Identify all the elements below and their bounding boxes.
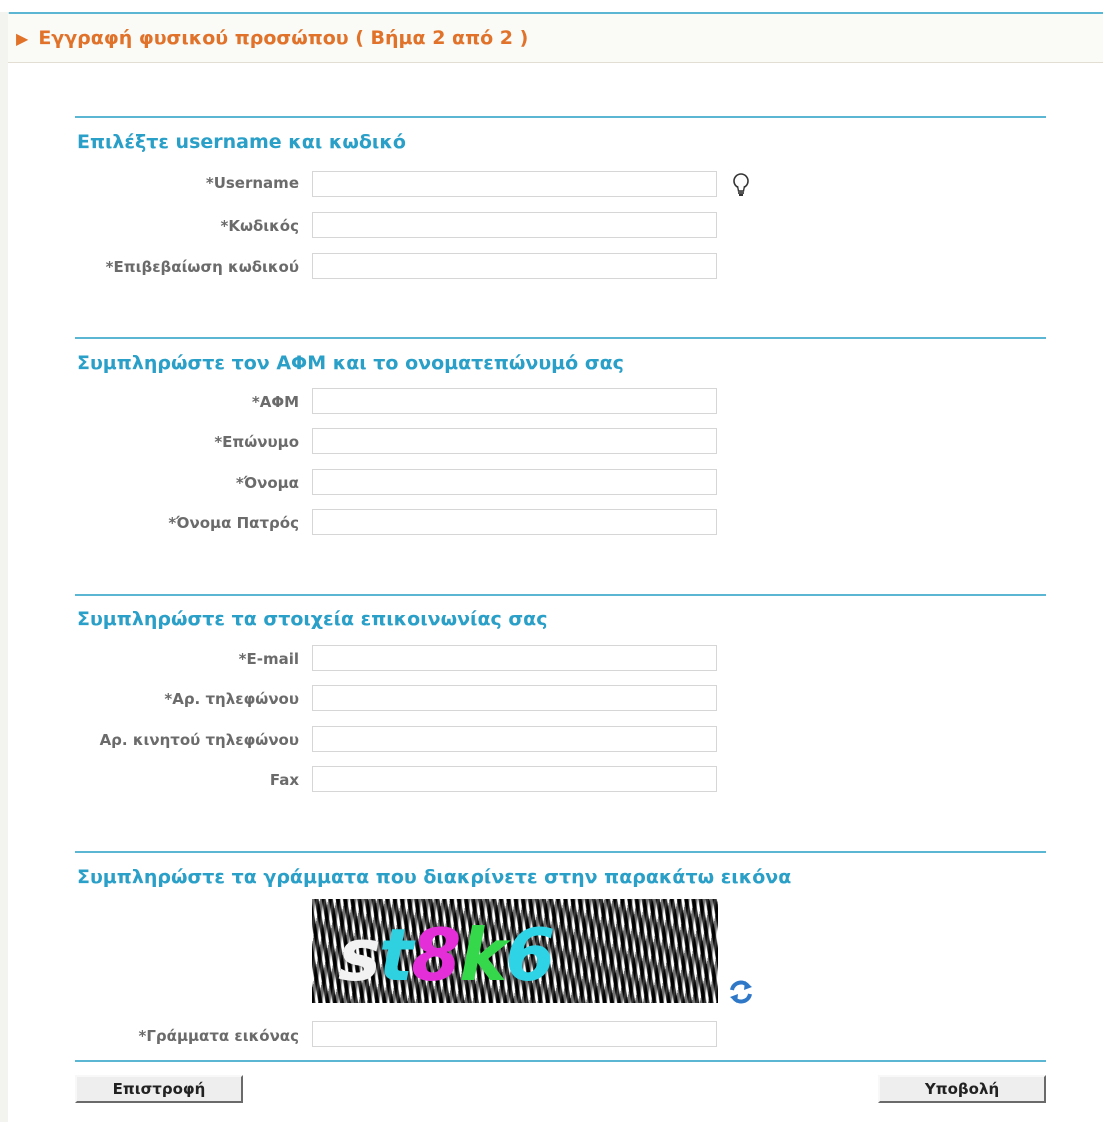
surname-label: *Επώνυμο (214, 433, 299, 451)
captcha-chars: st8k6 (338, 913, 555, 997)
mobile-input[interactable] (312, 726, 717, 752)
section-title-captcha: Συμπληρώστε τα γράμματα που διακρίνετε σ… (77, 866, 792, 888)
mobile-label: Αρ. κινητού τηλεφώνου (99, 731, 299, 749)
section-divider (75, 1060, 1046, 1062)
first-name-input[interactable] (312, 469, 717, 495)
section-divider (75, 116, 1046, 118)
section-divider (75, 851, 1046, 853)
surname-input[interactable] (312, 428, 717, 454)
section-divider (75, 337, 1046, 339)
captcha-input[interactable] (312, 1021, 717, 1047)
password-label: *Κωδικός (220, 217, 299, 235)
play-arrow-icon: ▶ (16, 28, 29, 48)
password-confirm-label: *Επιβεβαίωση κωδικού (105, 258, 299, 276)
section-title-contact: Συμπληρώστε τα στοιχεία επικοινωνίας σας (77, 608, 548, 630)
page-header: ▶ Εγγραφή φυσικού προσώπου ( Βήμα 2 από … (8, 14, 1103, 63)
username-input[interactable] (312, 171, 717, 197)
father-name-input[interactable] (312, 509, 717, 535)
refresh-icon[interactable] (727, 978, 755, 1006)
back-button[interactable]: Επιστροφή (75, 1075, 243, 1103)
fax-label: Fax (269, 771, 299, 789)
lightbulb-icon[interactable] (731, 172, 751, 198)
captcha-char: s (338, 913, 381, 997)
fax-input[interactable] (312, 766, 717, 792)
captcha-label: *Γράμματα εικόνας (138, 1027, 300, 1045)
section-title-credentials: Επιλέξτε username και κωδικό (77, 131, 406, 153)
page-title: Εγγραφή φυσικού προσώπου ( Βήμα 2 από 2 … (38, 27, 529, 49)
phone-input[interactable] (312, 685, 717, 711)
section-divider (75, 594, 1046, 596)
email-input[interactable] (312, 645, 717, 671)
captcha-image: st8k6 (312, 899, 718, 1003)
captcha-char: 6 (505, 913, 555, 997)
email-label: *E-mail (238, 650, 299, 668)
phone-label: *Αρ. τηλεφώνου (164, 690, 299, 708)
afm-label: *ΑΦΜ (251, 393, 299, 411)
first-name-label: *Όνομα (235, 474, 299, 492)
password-confirm-input[interactable] (312, 253, 717, 279)
captcha-char: k (459, 913, 507, 997)
captcha-char: 8 (411, 913, 461, 997)
section-title-identity: Συμπληρώστε τον ΑΦΜ και το ονοματεπώνυμό… (77, 352, 624, 374)
afm-input[interactable] (312, 388, 717, 414)
captcha-char: t (378, 913, 413, 997)
password-input[interactable] (312, 212, 717, 238)
username-label: *Username (205, 174, 299, 192)
father-name-label: *Όνομα Πατρός (168, 514, 299, 532)
submit-button[interactable]: Υποβολή (878, 1075, 1046, 1103)
